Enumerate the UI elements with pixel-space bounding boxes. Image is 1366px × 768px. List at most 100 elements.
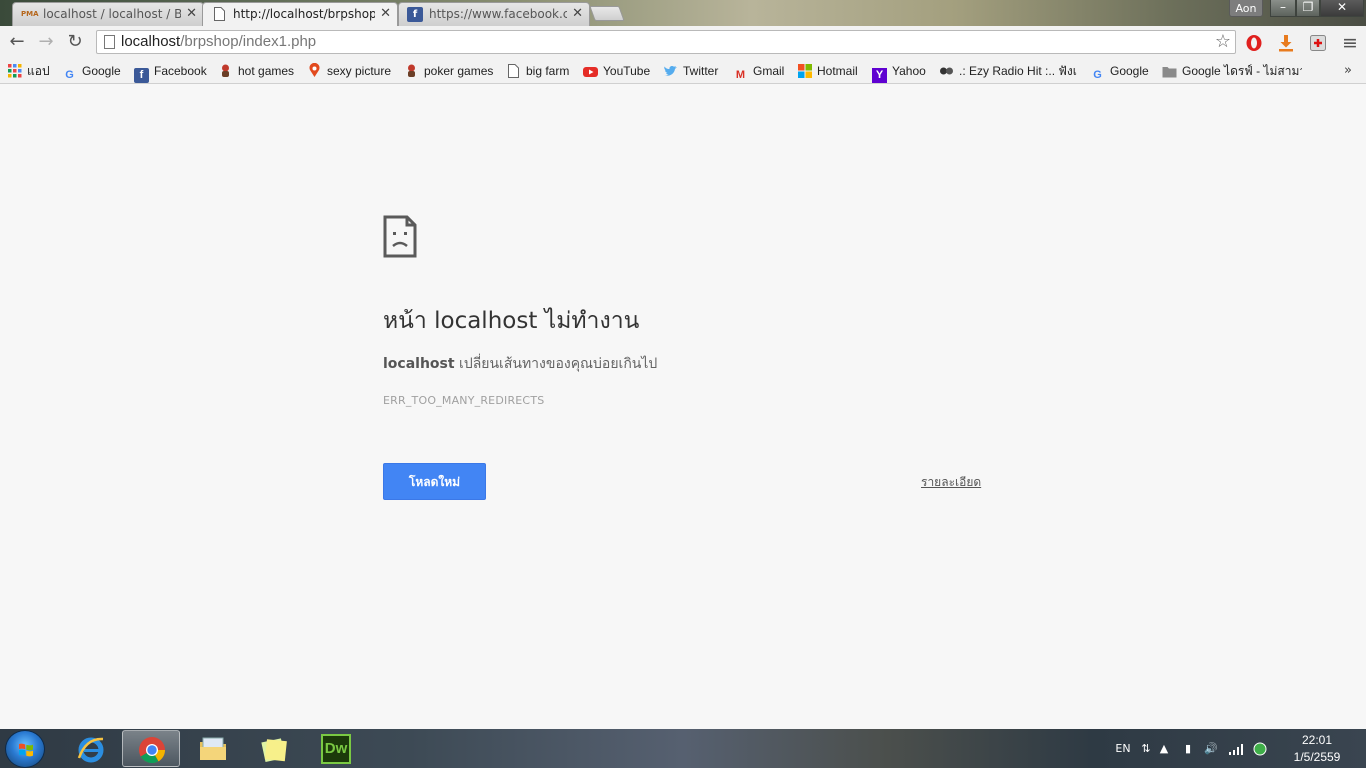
bookmark-label: Yahoo (892, 64, 926, 78)
bookmark-facebook[interactable]: f Facebook (134, 61, 207, 83)
bookmark-label: Gmail (753, 64, 785, 78)
tab-strip: PMA localhost / localhost / Bur ✕ f http… (0, 0, 1366, 26)
bookmark-label: big farm (526, 64, 570, 78)
phpmyadmin-icon: PMA (21, 10, 39, 18)
bookmark-label: Hotmail (817, 64, 858, 78)
taskbar-chrome[interactable] (122, 730, 180, 767)
bookmark-gmail[interactable]: M Gmail (733, 61, 784, 81)
extension-icon[interactable] (1309, 34, 1327, 52)
bookmark-google-drive[interactable]: Google ไดรฟ์ - ไม่สามา (1162, 61, 1302, 81)
bookmark-label: .: Ezy Radio Hit :.. ฟังเ (959, 64, 1077, 78)
bookmark-yahoo[interactable]: Y Yahoo (872, 61, 926, 83)
bookmark-sexy-picture[interactable]: sexy picture (307, 61, 391, 81)
radio-icon (939, 63, 954, 78)
taskbar-file-explorer[interactable] (184, 730, 242, 767)
bookmarks-bar: แอป G Google f Facebook hot games sexy pic… (0, 58, 1366, 84)
details-link[interactable]: รายละเอียด (921, 473, 981, 492)
bookmark-twitter[interactable]: Twitter (663, 61, 718, 81)
sync-icon[interactable]: ⇅ (1138, 729, 1154, 768)
chrome-icon (139, 737, 166, 764)
battery-icon[interactable]: ▮ (1180, 729, 1196, 768)
close-window-button[interactable]: ✕ (1320, 0, 1364, 17)
show-hidden-icons-icon[interactable]: ▲ (1157, 729, 1171, 768)
google-icon: G (65, 69, 74, 81)
profile-button[interactable]: Aon (1229, 0, 1263, 17)
error-page: หน้า localhost ไม่ทำงาน localhost เปลี่ย… (0, 85, 1366, 729)
reload-button[interactable]: ↻ (64, 31, 86, 53)
sticky-notes-icon (261, 738, 287, 763)
bookmark-label: hot games (238, 64, 295, 78)
minimize-button[interactable]: – (1270, 0, 1296, 17)
error-code: ERR_TOO_MANY_REDIRECTS (383, 394, 545, 407)
chrome-menu-button[interactable]: ≡ (1341, 34, 1359, 53)
bookmark-label: Google ไดรฟ์ - ไม่สามา (1182, 64, 1302, 78)
bookmark-label: Google (1110, 64, 1149, 78)
bookmark-poker-games[interactable]: poker games (404, 61, 493, 81)
taskbar-internet-explorer[interactable] (62, 730, 120, 767)
bookmark-ezy-radio[interactable]: .: Ezy Radio Hit :.. ฟังเ (939, 61, 1079, 81)
bookmark-star-icon[interactable]: ☆ (1215, 31, 1231, 53)
folder-icon (1162, 65, 1177, 80)
bookmark-google-2[interactable]: G Google (1090, 61, 1149, 81)
bookmark-label: Facebook (154, 64, 207, 78)
close-icon[interactable]: ✕ (380, 3, 391, 25)
start-button[interactable] (5, 730, 45, 768)
download-icon[interactable] (1277, 34, 1295, 52)
bookmark-apps[interactable]: แอป (7, 61, 50, 81)
facebook-icon: f (134, 68, 149, 83)
url-host: localhost (121, 33, 181, 50)
taskbar-dreamweaver[interactable]: Dw (307, 730, 365, 767)
clock-date: 1/5/2559 (1293, 750, 1341, 764)
new-tab-button[interactable] (589, 6, 625, 21)
language-indicator[interactable]: EN (1112, 729, 1134, 768)
bookmark-google[interactable]: G Google (62, 61, 121, 81)
forward-button[interactable]: → (35, 31, 57, 53)
pin-icon (307, 62, 322, 78)
game-icon (218, 63, 233, 78)
bookmarks-overflow-chevron-icon[interactable]: » (1344, 61, 1352, 81)
close-icon[interactable]: ✕ (186, 3, 197, 25)
sad-page-icon (383, 215, 417, 262)
tab-title: localhost / localhost / Bur (43, 7, 181, 21)
url-text: localhost/brpshop/index1.php (121, 33, 316, 51)
dreamweaver-icon: Dw (321, 734, 351, 764)
page-icon (211, 7, 227, 22)
network-signal-icon[interactable] (1226, 729, 1246, 768)
maximize-button[interactable]: ❐ (1296, 0, 1320, 17)
bookmark-label: sexy picture (327, 64, 392, 78)
gmail-icon: M (735, 69, 746, 81)
status-green-icon[interactable] (1251, 729, 1269, 768)
error-message-text: เปลี่ยนเส้นทางของคุณบ่อยเกินไป (454, 356, 658, 372)
close-icon[interactable]: ✕ (572, 3, 583, 25)
internet-explorer-icon (77, 737, 104, 763)
bookmark-hot-games[interactable]: hot games (218, 61, 294, 81)
tab-brpshop[interactable]: http://localhost/brpshop/i ✕ (202, 2, 398, 26)
error-host: localhost (383, 356, 455, 372)
opera-icon[interactable] (1245, 34, 1263, 52)
bookmark-label: Google (82, 64, 121, 78)
back-button[interactable]: ← (6, 31, 28, 53)
bookmark-hotmail[interactable]: Hotmail (797, 61, 858, 81)
clock-time: 22:01 (1301, 733, 1333, 747)
google-icon: G (1093, 69, 1102, 81)
tab-title: http://localhost/brpshop/i (233, 7, 375, 21)
windows-taskbar: Dw EN ⇅ ▲ ▮ 🔊 22:01 1/5/2559 (0, 729, 1366, 768)
bookmark-label: YouTube (603, 64, 651, 78)
browser-toolbar: ← → ↻ localhost/brpshop/index1.php ☆ ≡ (0, 26, 1366, 58)
tab-phpmyadmin[interactable]: PMA localhost / localhost / Bur ✕ (12, 2, 204, 26)
volume-icon[interactable]: 🔊 (1202, 729, 1220, 768)
page-icon (506, 64, 521, 79)
reload-page-button[interactable]: โหลดใหม่ (383, 463, 486, 500)
windows-logo-icon (797, 64, 812, 79)
bookmark-label: poker games (424, 64, 494, 78)
tab-title: https://www.facebook.com (429, 7, 567, 21)
system-clock[interactable]: 22:01 1/5/2559 (1282, 732, 1352, 766)
bookmark-big-farm[interactable]: big farm (506, 61, 569, 81)
taskbar-sticky-notes[interactable] (245, 730, 303, 767)
bookmark-youtube[interactable]: YouTube (583, 61, 650, 81)
tab-facebook[interactable]: f https://www.facebook.com ✕ (398, 2, 590, 26)
address-bar[interactable]: localhost/brpshop/index1.php ☆ (96, 30, 1236, 54)
facebook-icon: f (407, 7, 423, 22)
error-heading: หน้า localhost ไม่ทำงาน (383, 308, 640, 334)
yahoo-icon: Y (872, 68, 887, 83)
